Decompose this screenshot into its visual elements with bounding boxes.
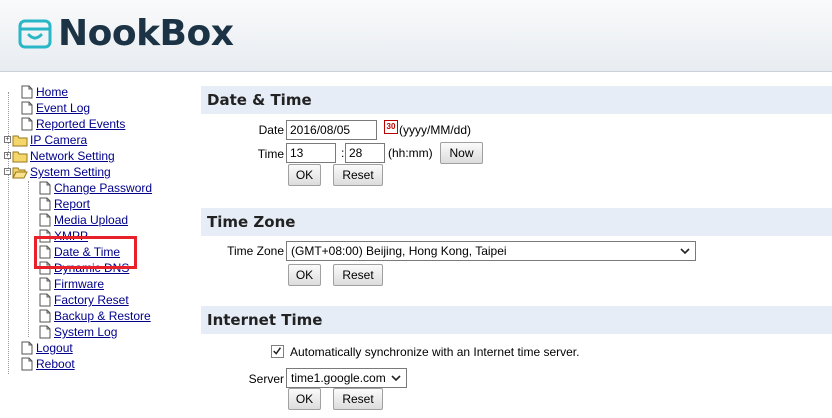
server-label: Server xyxy=(248,372,284,386)
brand-logo: NookBox xyxy=(18,13,234,54)
server-select[interactable]: time1.google.com xyxy=(286,368,407,388)
nav-link-system-log[interactable]: System Log xyxy=(54,325,117,339)
nav-link-event-log[interactable]: Event Log xyxy=(36,101,90,115)
nav-link-change-password[interactable]: Change Password xyxy=(54,181,152,195)
time-zone-label: Time Zone xyxy=(227,244,284,258)
nav-item-factory-reset[interactable]: Factory Reset xyxy=(38,293,129,307)
page-icon xyxy=(39,197,51,211)
checkmark-icon xyxy=(273,347,282,355)
date-time-reset-button[interactable]: Reset xyxy=(333,164,383,186)
nav-link-reported-events[interactable]: Reported Events xyxy=(36,117,125,131)
nav-link-report[interactable]: Report xyxy=(54,197,90,211)
page-icon xyxy=(21,117,33,131)
chevron-down-icon xyxy=(391,375,401,382)
date-time-section-header: Date & Time xyxy=(201,86,832,114)
nav-item-media-upload[interactable]: Media Upload xyxy=(38,213,128,227)
box-logo-icon xyxy=(18,19,52,49)
page-icon xyxy=(21,357,33,371)
section-title: Date & Time xyxy=(207,91,312,109)
date-time-ok-button[interactable]: OK xyxy=(288,164,321,186)
page-icon xyxy=(21,101,33,115)
section-title: Internet Time xyxy=(207,311,323,329)
minute-input[interactable]: 28 xyxy=(345,143,385,163)
page-icon xyxy=(21,85,33,99)
tree-connector xyxy=(8,92,9,374)
hour-input[interactable]: 13 xyxy=(286,143,336,163)
nav-link-logout[interactable]: Logout xyxy=(36,341,73,355)
nav-item-logout[interactable]: Logout xyxy=(20,341,73,355)
open-folder-icon xyxy=(12,167,28,178)
nav-item-network-setting[interactable]: Network Setting xyxy=(12,149,115,163)
nav-item-ip-camera[interactable]: IP Camera xyxy=(12,133,87,147)
nav-item-system-setting[interactable]: System Setting xyxy=(12,165,111,179)
nav-link-media-upload[interactable]: Media Upload xyxy=(54,213,128,227)
tree-connector xyxy=(28,181,29,337)
nav-link-backup-restore[interactable]: Backup & Restore xyxy=(54,309,151,323)
time-zone-selected-value: (GMT+08:00) Beijing, Hong Kong, Taipei xyxy=(291,244,507,258)
now-button[interactable]: Now xyxy=(440,142,483,164)
folder-icon xyxy=(12,135,28,146)
calendar-icon[interactable]: 30 xyxy=(384,120,398,134)
nav-link-firmware[interactable]: Firmware xyxy=(54,277,104,291)
date-format-hint: (yyyy/MM/dd) xyxy=(399,123,471,137)
time-zone-select[interactable]: (GMT+08:00) Beijing, Hong Kong, Taipei xyxy=(286,241,696,261)
expand-toggle-network-setting[interactable]: + xyxy=(4,152,11,159)
time-zone-ok-button[interactable]: OK xyxy=(288,264,321,286)
nav-item-reboot[interactable]: Reboot xyxy=(20,357,75,371)
highlight-annotation-box xyxy=(34,236,137,269)
time-label: Time xyxy=(257,147,284,161)
page-icon xyxy=(39,309,51,323)
internet-time-reset-button[interactable]: Reset xyxy=(333,388,383,410)
chevron-down-icon xyxy=(680,248,690,255)
nav-link-network-setting[interactable]: Network Setting xyxy=(30,149,115,163)
nav-link-home[interactable]: Home xyxy=(36,85,68,99)
date-label: Date xyxy=(258,123,284,137)
nav-item-home[interactable]: Home xyxy=(20,85,68,99)
nav-item-firmware[interactable]: Firmware xyxy=(38,277,104,291)
auto-sync-label: Automatically synchronize with an Intern… xyxy=(290,345,580,359)
page-icon xyxy=(39,213,51,227)
section-title: Time Zone xyxy=(207,213,296,231)
brand-name: NookBox xyxy=(58,13,234,54)
collapse-toggle-system-setting[interactable]: − xyxy=(4,168,11,175)
page-icon xyxy=(39,277,51,291)
date-input[interactable]: 2016/08/05 xyxy=(286,120,377,140)
time-separator: : xyxy=(341,146,345,160)
expand-toggle-ip-camera[interactable]: + xyxy=(4,136,11,143)
auto-sync-checkbox[interactable] xyxy=(271,345,284,358)
app-header: NookBox xyxy=(0,0,832,72)
page-icon xyxy=(39,181,51,195)
internet-time-ok-button[interactable]: OK xyxy=(288,388,321,410)
time-zone-reset-button[interactable]: Reset xyxy=(333,264,383,286)
nav-item-change-password[interactable]: Change Password xyxy=(38,181,152,195)
page-icon xyxy=(39,293,51,307)
time-format-hint: (hh:mm) xyxy=(388,146,433,160)
nav-link-ip-camera[interactable]: IP Camera xyxy=(30,133,87,147)
nav-link-reboot[interactable]: Reboot xyxy=(36,357,75,371)
internet-time-section-header: Internet Time xyxy=(201,306,832,334)
nav-item-backup-restore[interactable]: Backup & Restore xyxy=(38,309,151,323)
server-selected-value: time1.google.com xyxy=(291,371,386,385)
time-zone-section-header: Time Zone xyxy=(201,208,832,236)
page-icon xyxy=(39,325,51,339)
nav-item-event-log[interactable]: Event Log xyxy=(20,101,90,115)
nav-item-reported-events[interactable]: Reported Events xyxy=(20,117,125,131)
nav-link-system-setting[interactable]: System Setting xyxy=(30,165,111,179)
nav-link-factory-reset[interactable]: Factory Reset xyxy=(54,293,129,307)
nav-item-report[interactable]: Report xyxy=(38,197,90,211)
nav-item-system-log[interactable]: System Log xyxy=(38,325,117,339)
folder-icon xyxy=(12,151,28,162)
page-icon xyxy=(21,341,33,355)
